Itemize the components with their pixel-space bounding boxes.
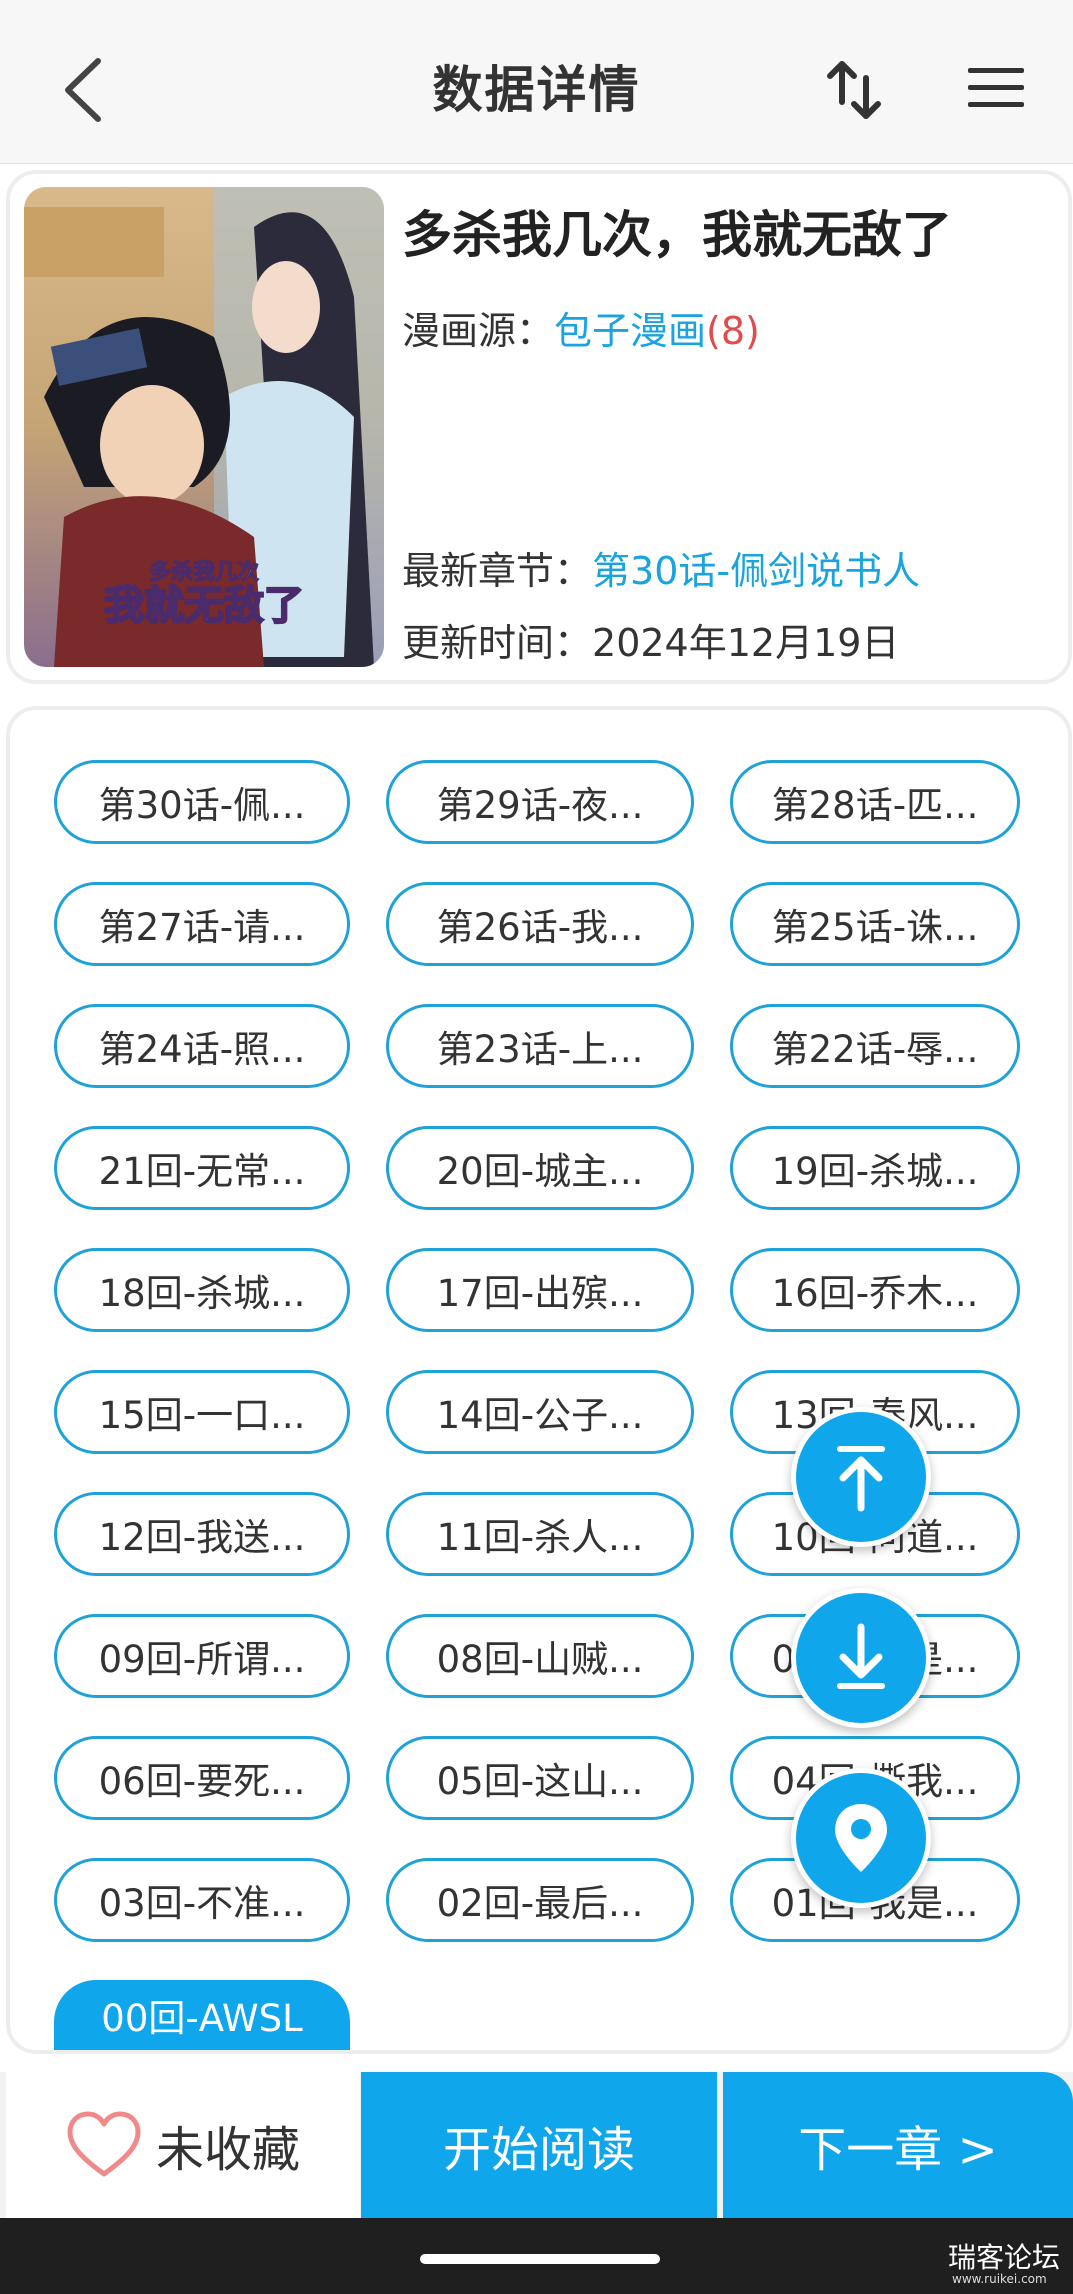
comic-cover-image[interactable]: 多杀我几次 我就无敌了 [24,187,384,667]
chapter-chip[interactable]: 19回-杀城... [730,1126,1020,1210]
update-label: 更新时间： [402,621,593,665]
favorite-label: 未收藏 [155,2122,300,2178]
chapter-chip[interactable]: 第26话-我... [386,882,694,966]
comic-title: 多杀我几次，我就无敌了 [402,206,952,264]
source-label: 漫画源： [402,309,555,353]
latest-chapter-link[interactable]: 第30话-佩剑说书人 [592,549,920,593]
next-chapter-button[interactable]: 下一章 > [723,2072,1073,2218]
scroll-to-bottom-icon [837,1623,885,1689]
locate-chapter-button[interactable] [791,1768,931,1908]
chapter-chip[interactable]: 14回-公子... [386,1370,694,1454]
favorite-button[interactable]: 未收藏 [6,2072,360,2218]
chapter-chip[interactable]: 第23话-上... [386,1004,694,1088]
watermark-text: 瑞客论坛 [948,2241,1061,2274]
chapter-chip[interactable]: 21回-无常... [54,1126,350,1210]
chapter-chip[interactable]: 第28话-匹... [730,760,1020,844]
chapter-chip[interactable]: 15回-一口... [54,1370,350,1454]
update-time: 2024年12月19日 [592,621,900,665]
heart-outline-icon [67,2111,141,2177]
cover-title-line1: 多杀我几次 [149,559,259,585]
chapter-chip[interactable]: 第22话-辱... [730,1004,1020,1088]
latest-label: 最新章节： [402,549,593,593]
chapter-chip[interactable]: 03回-不准... [54,1858,350,1942]
chapter-chip[interactable]: 05回-这山... [386,1736,694,1820]
chapter-chip[interactable]: 00回-AWSL [54,1980,350,2050]
scroll-to-top-icon [837,1446,885,1512]
chapter-chip[interactable]: 08回-山贼... [386,1614,694,1698]
scroll-top-button[interactable] [791,1407,931,1547]
update-time-row: 更新时间：2024年12月19日 [402,612,899,667]
chapter-chip[interactable]: 17回-出殡... [386,1248,694,1332]
chapter-chip[interactable]: 20回-城主... [386,1126,694,1210]
chapter-chip[interactable]: 第25话-诛... [730,882,1020,966]
start-reading-button[interactable]: 开始阅读 [361,2072,717,2218]
location-pin-icon [835,1804,887,1872]
page-title: 数据详情 [432,61,641,119]
chapter-chip[interactable]: 12回-我送... [54,1492,350,1576]
home-indicator[interactable] [420,2254,660,2264]
cover-title-line2: 我就无敌了 [104,583,304,629]
watermark-url: www.ruikei.com [952,2272,1047,2286]
chapter-chip[interactable]: 02回-最后... [386,1858,694,1942]
source-link[interactable]: 包子漫画 [554,309,706,353]
chapter-chip[interactable]: 第30话-佩... [54,760,350,844]
sort-icon[interactable] [826,58,882,122]
chapter-chip[interactable]: 第27话-请... [54,882,350,966]
chapter-chip[interactable]: 09回-所谓... [54,1614,350,1698]
chapter-chip[interactable]: 06回-要死... [54,1736,350,1820]
app-header: 数据详情 [0,0,1073,164]
chapter-chip[interactable]: 18回-杀城... [54,1248,350,1332]
chapter-chip[interactable]: 11回-杀人... [386,1492,694,1576]
chapter-chip[interactable]: 16回-乔木... [730,1248,1020,1332]
chapter-chip[interactable]: 第24话-照... [54,1004,350,1088]
hamburger-menu-icon[interactable] [966,66,1026,110]
latest-chapter-row: 最新章节：第30话-佩剑说书人 [402,540,920,595]
source-count: (8) [706,309,760,353]
scroll-bottom-button[interactable] [791,1588,931,1728]
source-row: 漫画源：包子漫画(8) [402,300,760,355]
chapter-chip[interactable]: 第29话-夜... [386,760,694,844]
